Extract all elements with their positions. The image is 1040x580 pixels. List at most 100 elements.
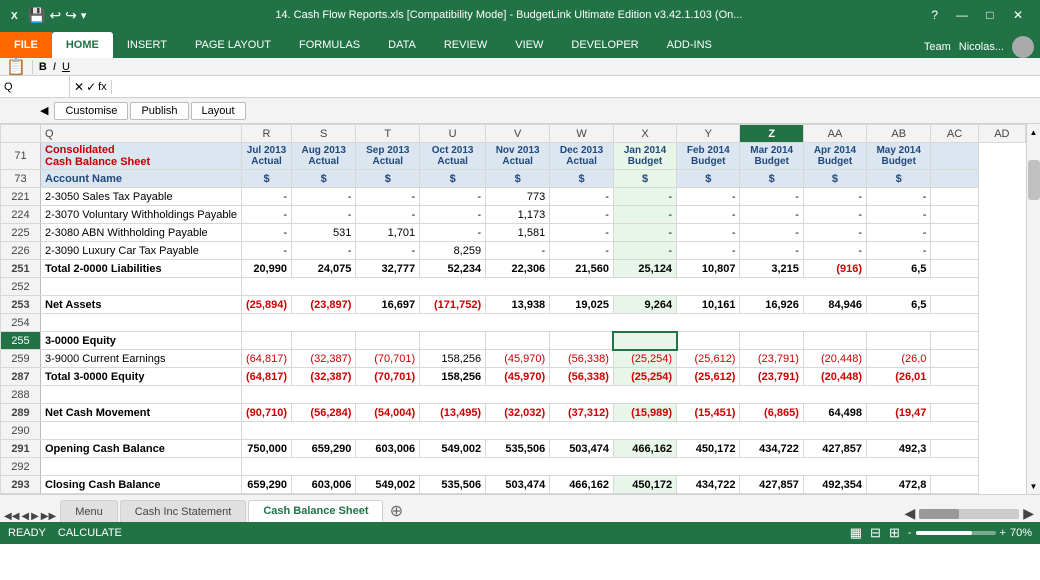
cell-225-t[interactable]: - [242,224,292,242]
cell-291-y[interactable]: 503,474 [550,440,614,458]
cell-259-ab[interactable]: (23,791) [740,350,803,368]
help-button[interactable]: ? [931,8,938,22]
cell-251-z[interactable]: 25,124 [613,260,676,278]
tab-menu[interactable]: Menu [60,500,118,522]
nav-next-icon[interactable]: ▶ [31,511,39,522]
page-break-view-icon[interactable]: ⊞ [889,525,900,541]
nav-first-icon[interactable]: ◀◀ [4,511,19,522]
cell-253-v[interactable]: 16,697 [356,296,420,314]
redo-icon[interactable]: ↪ [65,7,77,24]
collapse-icon[interactable]: ◀ [40,104,48,117]
cell-255-u[interactable] [292,332,356,350]
cell-253-aa[interactable]: 10,161 [677,296,740,314]
cell-221-q[interactable]: 2-3050 Sales Tax Payable [41,188,242,206]
layout-button[interactable]: Layout [191,102,246,120]
cell-225-z[interactable]: - [613,224,676,242]
bold-btn[interactable]: B [39,61,47,73]
cell-253-w[interactable]: (171,752) [420,296,486,314]
cell-226-w[interactable]: 8,259 [420,242,486,260]
cell-255-x[interactable] [486,332,550,350]
cell-289-v[interactable]: (54,004) [356,404,420,422]
table-row[interactable]: 253 Net Assets (25,894) (23,897) 16,697 … [1,296,1026,314]
cell-259-w[interactable]: 158,256 [420,350,486,368]
cell-226-u[interactable]: - [292,242,356,260]
cell-287-aa[interactable]: (25,612) [677,368,740,386]
cell-289-x[interactable]: (32,032) [486,404,550,422]
cell-251-ac[interactable]: (916) [803,260,866,278]
cell-255-ac[interactable] [803,332,866,350]
cell-251-q[interactable]: Total 2-0000 Liabilities [41,260,242,278]
cell-287-ab[interactable]: (23,791) [740,368,803,386]
cell-259-q[interactable]: 3-9000 Current Earnings [41,350,242,368]
confirm-formula-icon[interactable]: ✓ [86,80,96,94]
cell-253-y[interactable]: 19,025 [550,296,614,314]
table-row[interactable]: 221 2-3050 Sales Tax Payable - - - - 773… [1,188,1026,206]
cell-287-u[interactable]: (32,387) [292,368,356,386]
underline-btn[interactable]: U [62,61,70,73]
close-button[interactable]: ✕ [1004,1,1032,29]
cell-226-ab[interactable]: - [740,242,803,260]
cell-225-y[interactable]: - [550,224,614,242]
cell-289-u[interactable]: (56,284) [292,404,356,422]
cell-293-q[interactable]: Closing Cash Balance [41,476,242,494]
cell-259-u[interactable]: (32,387) [292,350,356,368]
cell-287-z[interactable]: (25,254) [613,368,676,386]
cell-253-ac[interactable]: 84,946 [803,296,866,314]
tab-review[interactable]: REVIEW [430,32,501,58]
cell-293-y[interactable]: 466,162 [550,476,614,494]
table-row[interactable]: 255 3-0000 Equity [1,332,1026,350]
cell-224-t[interactable]: - [242,206,292,224]
cell-293-w[interactable]: 535,506 [420,476,486,494]
cell-289-q[interactable]: Net Cash Movement [41,404,242,422]
cell-226-aa[interactable]: - [677,242,740,260]
cell-226-v[interactable]: - [356,242,420,260]
tab-view[interactable]: VIEW [501,32,557,58]
tab-cash-inc-statement[interactable]: Cash Inc Statement [120,500,247,522]
cell-224-w[interactable]: - [420,206,486,224]
cell-255-ad[interactable] [867,332,931,350]
cell-259-y[interactable]: (56,338) [550,350,614,368]
cell-253-z[interactable]: 9,264 [613,296,676,314]
cell-226-y[interactable]: - [550,242,614,260]
cell-221-ad[interactable]: - [867,188,931,206]
cell-287-q[interactable]: Total 3-0000 Equity [41,368,242,386]
customise-button[interactable]: Customise [54,102,128,120]
horizontal-scrollbar-thumb[interactable] [919,509,959,519]
table-row[interactable]: 259 3-9000 Current Earnings (64,817) (32… [1,350,1026,368]
page-layout-view-icon[interactable]: ⊟ [870,525,881,541]
cell-289-w[interactable]: (13,495) [420,404,486,422]
cell-287-y[interactable]: (56,338) [550,368,614,386]
cell-221-x[interactable]: 773 [486,188,550,206]
cell-221-z[interactable]: - [613,188,676,206]
tab-page-layout[interactable]: PAGE LAYOUT [181,32,285,58]
cell-291-w[interactable]: 549,002 [420,440,486,458]
report-title-cell[interactable]: Consolidated Cash Balance Sheet [41,143,242,170]
cell-251-aa[interactable]: 10,807 [677,260,740,278]
cell-226-ad[interactable]: - [867,242,931,260]
tab-formulas[interactable]: FORMULAS [285,32,374,58]
scroll-up-button[interactable]: ▲ [1027,124,1040,140]
undo-icon[interactable]: ↩ [49,7,61,24]
minimize-button[interactable]: — [948,1,976,29]
table-row[interactable]: 289 Net Cash Movement (90,710) (56,284) … [1,404,1026,422]
cell-221-y[interactable]: - [550,188,614,206]
tab-cash-balance-sheet[interactable]: Cash Balance Sheet [248,500,383,522]
cell-251-ad[interactable]: 6,5 [867,260,931,278]
zoom-in-button[interactable]: + [1000,527,1006,539]
cell-289-ad[interactable]: (19,47 [867,404,931,422]
cell-293-ab[interactable]: 427,857 [740,476,803,494]
cell-287-ac[interactable]: (20,448) [803,368,866,386]
cell-225-x[interactable]: 1,581 [486,224,550,242]
cell-224-q[interactable]: 2-3070 Voluntary Withholdings Payable [41,206,242,224]
cell-259-z[interactable]: (25,254) [613,350,676,368]
cell-224-v[interactable]: - [356,206,420,224]
publish-button[interactable]: Publish [130,102,188,120]
cell-259-x[interactable]: (45,970) [486,350,550,368]
sheet-scroll-right-icon[interactable]: ▶ [1023,505,1034,522]
cell-291-x[interactable]: 535,506 [486,440,550,458]
cell-289-y[interactable]: (37,312) [550,404,614,422]
cell-255-t[interactable] [242,332,292,350]
cell-255-v[interactable] [356,332,420,350]
cell-251-x[interactable]: 22,306 [486,260,550,278]
cell-225-ac[interactable]: - [803,224,866,242]
